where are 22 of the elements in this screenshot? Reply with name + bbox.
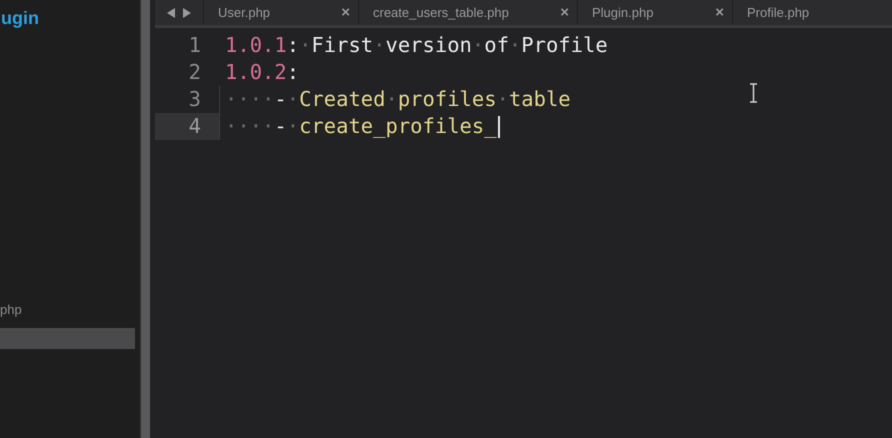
scrollbar[interactable] [140, 0, 150, 438]
line-number: 1 [188, 32, 202, 59]
text-caret [498, 116, 500, 138]
code-line: ····-·create_profiles_ [219, 113, 500, 140]
text-cursor-icon [749, 83, 758, 103]
line-number: 3 [188, 86, 202, 113]
file-tab[interactable]: Profile.php [732, 0, 892, 25]
close-icon[interactable]: × [715, 4, 724, 21]
file-tab[interactable]: Plugin.php × [577, 0, 732, 25]
line-number: 4 [155, 113, 219, 140]
close-icon[interactable]: × [341, 4, 350, 21]
file-name[interactable]: php [0, 299, 140, 321]
right-arrow-icon[interactable] [182, 8, 191, 18]
left-arrow-icon[interactable] [167, 8, 176, 18]
close-icon[interactable]: × [560, 4, 569, 21]
code-line: 1.0.1:·First·version·of·Profile [224, 32, 608, 59]
code-line: ····-·Created·profiles·table [219, 86, 571, 113]
line-number: 2 [188, 59, 202, 86]
file-tab[interactable]: create_users_table.php × [358, 0, 577, 25]
code-line: 1.0.2: [224, 59, 300, 86]
project-title[interactable]: ugin [0, 0, 140, 280]
file-tab[interactable]: User.php × [203, 0, 358, 25]
